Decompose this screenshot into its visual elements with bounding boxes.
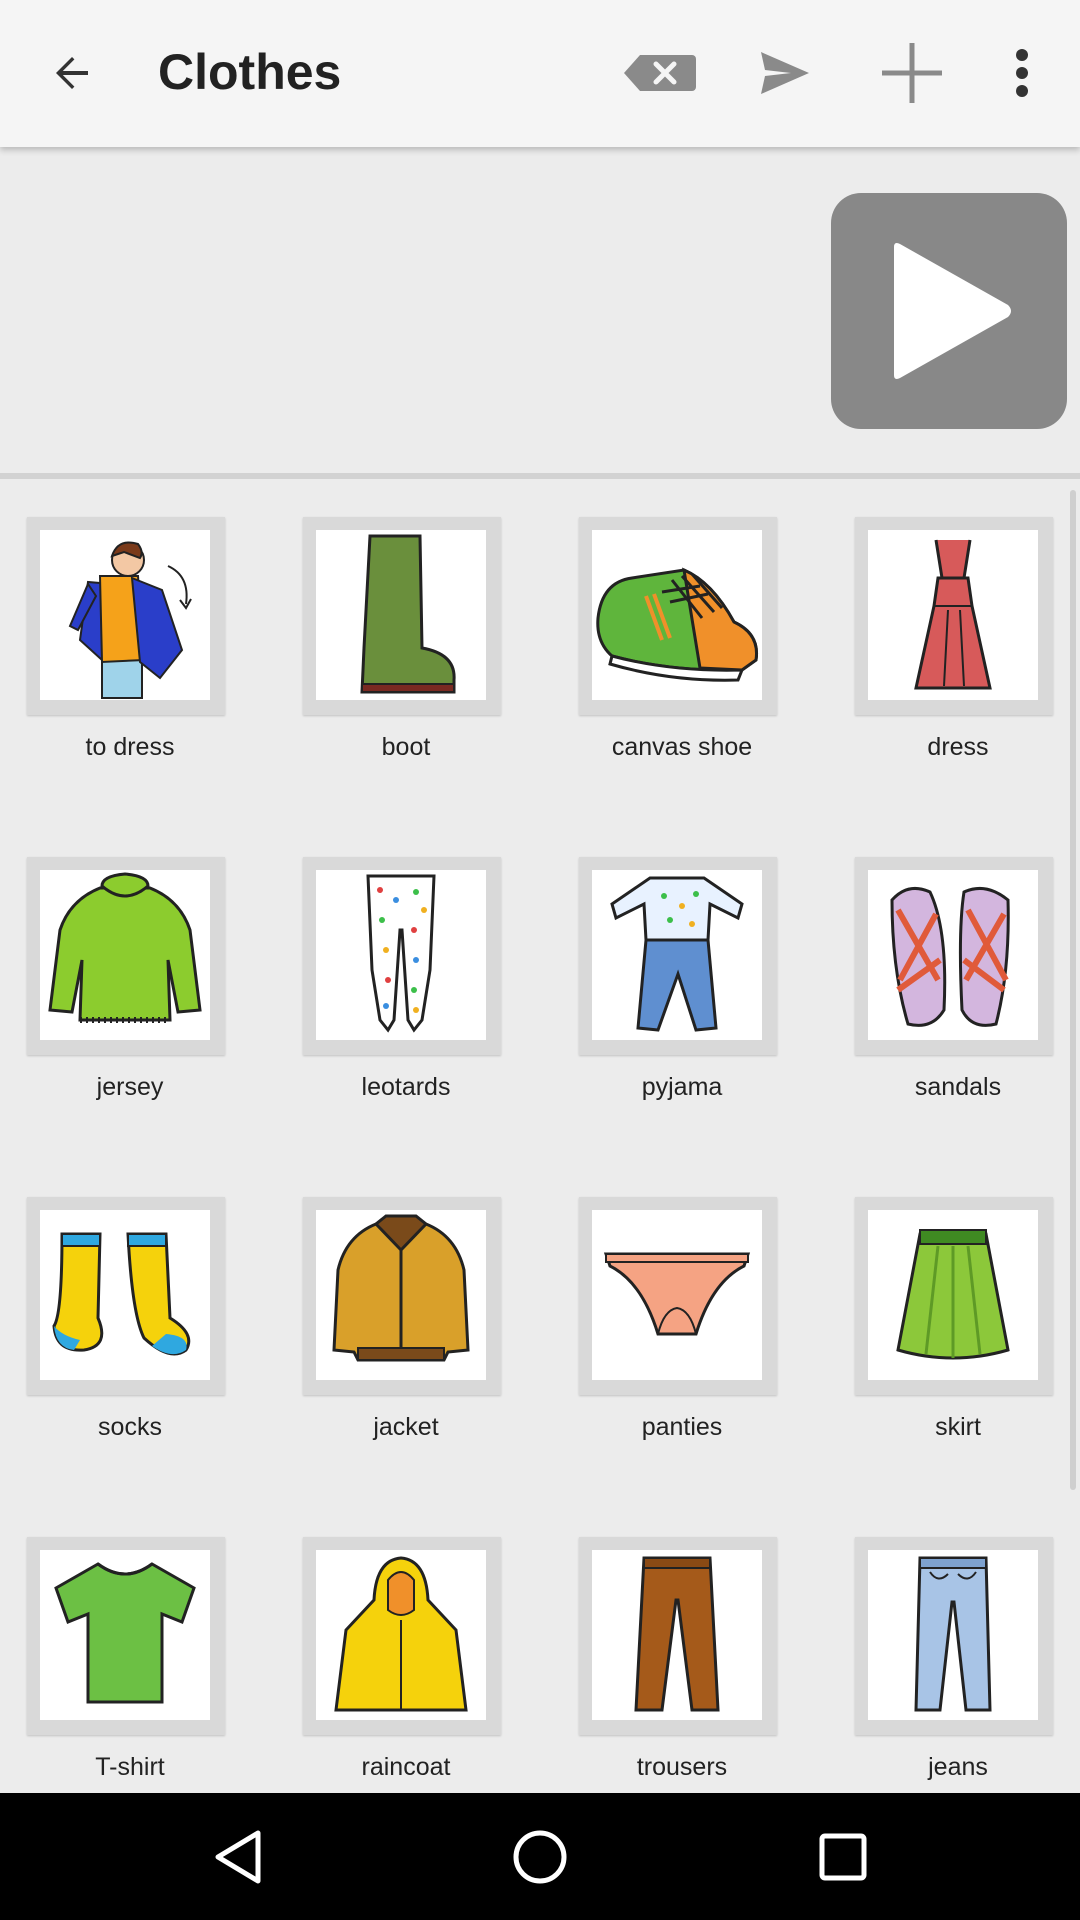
pictogram-frame xyxy=(579,517,777,715)
pictogram-tile[interactable]: sandals xyxy=(855,857,1080,1157)
pictogram-frame xyxy=(303,857,501,1055)
scrollbar[interactable] xyxy=(1070,490,1076,1490)
jeans-icon xyxy=(914,1556,992,1712)
play-icon xyxy=(894,243,1011,379)
page-title: Clothes xyxy=(158,44,342,100)
pictogram-label: trousers xyxy=(636,1753,728,1781)
pictogram-grid: to dress boot canvas shoe dress jersey l… xyxy=(0,479,1080,1793)
pictogram-tile[interactable]: trousers xyxy=(579,1537,855,1793)
boot-icon xyxy=(360,534,456,694)
pictogram-frame xyxy=(303,1537,501,1735)
more-options-button[interactable] xyxy=(972,23,1072,123)
pictogram-frame xyxy=(579,1197,777,1395)
pictogram-frame xyxy=(27,1537,225,1735)
pictogram-tile[interactable]: canvas shoe xyxy=(579,517,855,817)
app-bar: Clothes xyxy=(0,0,1080,147)
pictogram-tile[interactable]: boot xyxy=(303,517,579,817)
pictogram-tile[interactable]: to dress xyxy=(27,517,303,817)
leotards-icon xyxy=(366,874,436,1033)
pictogram-frame xyxy=(303,1197,501,1395)
pictogram-label: jacket xyxy=(373,1413,439,1441)
add-button[interactable] xyxy=(862,23,962,123)
pictogram-frame xyxy=(27,1197,225,1395)
more-vert-icon xyxy=(1016,49,1028,97)
send-button[interactable] xyxy=(735,23,835,123)
back-arrow-icon xyxy=(56,57,88,89)
pictogram-tile[interactable]: jacket xyxy=(303,1197,579,1497)
pictogram-frame xyxy=(27,517,225,715)
backspace-icon xyxy=(624,55,696,91)
pictogram-tile[interactable]: T-shirt xyxy=(27,1537,303,1793)
add-icon xyxy=(882,43,942,103)
pictogram-label: socks xyxy=(98,1413,162,1441)
pictogram-label: sandals xyxy=(914,1073,1002,1101)
pictogram-tile[interactable]: raincoat xyxy=(303,1537,579,1793)
pictogram-label: jersey xyxy=(96,1073,164,1101)
to-dress-icon xyxy=(68,541,192,699)
pictogram-tile[interactable]: jersey xyxy=(27,857,303,1157)
trousers-icon xyxy=(634,1556,720,1712)
dress-icon xyxy=(914,539,992,690)
pictogram-tile[interactable]: leotards xyxy=(303,857,579,1157)
skirt-icon xyxy=(896,1229,1010,1360)
nav-recents-icon xyxy=(819,1833,867,1881)
pictogram-frame xyxy=(855,1197,1053,1395)
pictogram-tile[interactable]: dress xyxy=(855,517,1080,817)
pictogram-frame xyxy=(855,517,1053,715)
pictogram-frame xyxy=(303,517,501,715)
play-button[interactable] xyxy=(831,193,1067,429)
pictogram-label: pyjama xyxy=(641,1073,723,1101)
back-button[interactable] xyxy=(22,23,122,123)
pyjama-icon xyxy=(610,876,744,1032)
pictogram-label: raincoat xyxy=(361,1753,451,1781)
tshirt-icon xyxy=(54,1562,196,1704)
sandals-icon xyxy=(890,886,1010,1027)
system-nav-bar xyxy=(0,1793,1080,1920)
canvas-shoe-icon xyxy=(596,567,759,682)
pictogram-label: canvas shoe xyxy=(611,733,753,761)
pictogram-label: jeans xyxy=(928,1753,988,1781)
nav-back-icon xyxy=(215,1830,261,1884)
pictogram-frame xyxy=(579,1537,777,1735)
jacket-icon xyxy=(332,1214,470,1362)
send-icon xyxy=(761,52,809,94)
jersey-icon xyxy=(48,872,202,1023)
pictogram-frame xyxy=(855,857,1053,1055)
pictogram-frame xyxy=(27,857,225,1055)
nav-home-button[interactable] xyxy=(480,1807,600,1907)
pictogram-label: leotards xyxy=(361,1073,451,1101)
backspace-button[interactable] xyxy=(610,23,710,123)
pictogram-label: dress xyxy=(927,733,989,761)
pictogram-frame xyxy=(579,857,777,1055)
pictogram-tile[interactable]: jeans xyxy=(855,1537,1080,1793)
nav-back-button[interactable] xyxy=(178,1807,298,1907)
pictogram-label: panties xyxy=(641,1413,723,1441)
raincoat-icon xyxy=(334,1556,468,1712)
pictogram-label: skirt xyxy=(935,1413,981,1441)
pictogram-label: boot xyxy=(381,733,431,761)
pictogram-label: T-shirt xyxy=(95,1753,165,1781)
pictogram-frame xyxy=(855,1537,1053,1735)
pictogram-label: to dress xyxy=(85,733,175,761)
nav-recents-button[interactable] xyxy=(783,1807,903,1907)
socks-icon xyxy=(52,1232,191,1356)
sentence-bar xyxy=(0,147,1080,479)
nav-home-icon xyxy=(513,1830,567,1884)
pictogram-tile[interactable]: pyjama xyxy=(579,857,855,1157)
pictogram-tile[interactable]: skirt xyxy=(855,1197,1080,1497)
pictogram-tile[interactable]: socks xyxy=(27,1197,303,1497)
pictogram-tile[interactable]: panties xyxy=(579,1197,855,1497)
panties-icon xyxy=(603,1252,751,1336)
